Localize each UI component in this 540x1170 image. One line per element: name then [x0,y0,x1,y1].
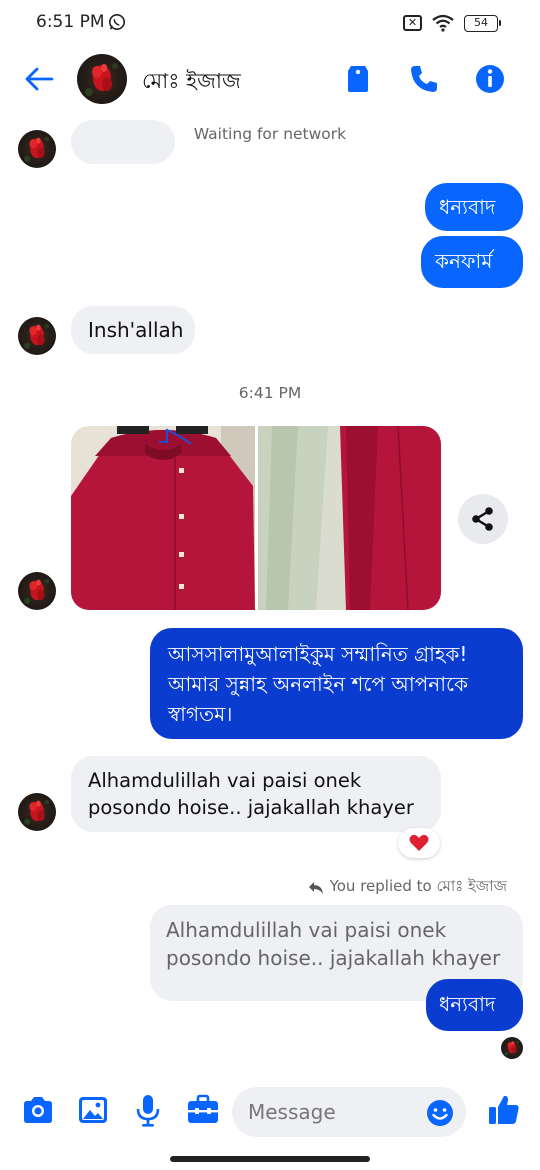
status-bar: 6:51 PM ✕ 54 [0,0,540,48]
info-icon[interactable] [473,62,507,96]
photo-attachment-group[interactable] [71,426,441,610]
message-reaction[interactable] [398,828,440,858]
contact-avatar-small [18,793,56,831]
battery-indicator: 54 [464,14,501,32]
message-text: আসসালামুআলাইকুম সম্মানিত গ্রাহক! আমার সু… [168,642,469,726]
back-arrow-icon[interactable] [22,62,56,96]
contact-avatar-small [18,130,56,168]
gallery-icon[interactable] [75,1092,111,1128]
no-sim-icon: ✕ [403,15,422,31]
message-bubble-partial[interactable] [71,120,175,164]
message-composer [0,1080,540,1144]
emoji-icon[interactable] [426,1099,454,1127]
message-text: Insh'allah [88,318,184,342]
seen-indicator-avatar [501,1037,523,1059]
contact-avatar-small [18,572,56,610]
photo-attachment[interactable] [258,426,441,610]
quoted-text: Alhamdulillah vai paisi onek posondo hoi… [166,918,501,970]
outgoing-message[interactable]: আসসালামুআলাইকুম সম্মানিত গ্রাহক! আমার সু… [150,628,523,739]
briefcase-icon[interactable] [185,1092,221,1128]
wifi-icon [432,14,454,32]
tag-icon[interactable] [341,62,375,96]
message-text: কনফার্ম [435,249,493,273]
mic-icon[interactable] [130,1092,166,1128]
photo-attachment[interactable] [71,426,255,610]
outgoing-message[interactable]: ধন্যবাদ [425,183,523,231]
camera-icon[interactable] [20,1092,56,1128]
message-text: ধন্যবাদ [439,195,496,219]
chat-timestamp: 6:41 PM [238,384,302,402]
message-text: Alhamdulillah vai paisi onek posondo hoi… [88,769,414,819]
share-icon [472,507,493,531]
chat-header: মোঃ ইজাজ [0,48,540,112]
contact-avatar[interactable] [77,54,127,104]
like-icon[interactable] [486,1092,522,1128]
heart-icon [409,834,429,851]
message-text: ধন্যবাদ [439,992,496,1016]
incoming-message[interactable]: Insh'allah [71,306,195,354]
outgoing-message[interactable]: ধন্যবাদ [426,979,523,1031]
reply-note-text: You replied to মোঃ ইজাজ [329,877,507,895]
status-time: 6:51 PM [36,12,105,32]
reply-context: You replied to মোঃ ইজাজ [308,875,507,900]
outgoing-message[interactable]: কনফার্ম [421,236,523,288]
contact-name[interactable]: মোঃ ইজাজ [142,65,241,100]
share-button[interactable] [458,494,508,544]
whatsapp-icon [108,13,126,31]
incoming-message[interactable]: Alhamdulillah vai paisi onek posondo hoi… [71,756,441,832]
gesture-bar [170,1156,370,1162]
reply-icon [308,881,323,894]
contact-avatar-small [18,317,56,355]
phone-icon[interactable] [407,62,441,96]
